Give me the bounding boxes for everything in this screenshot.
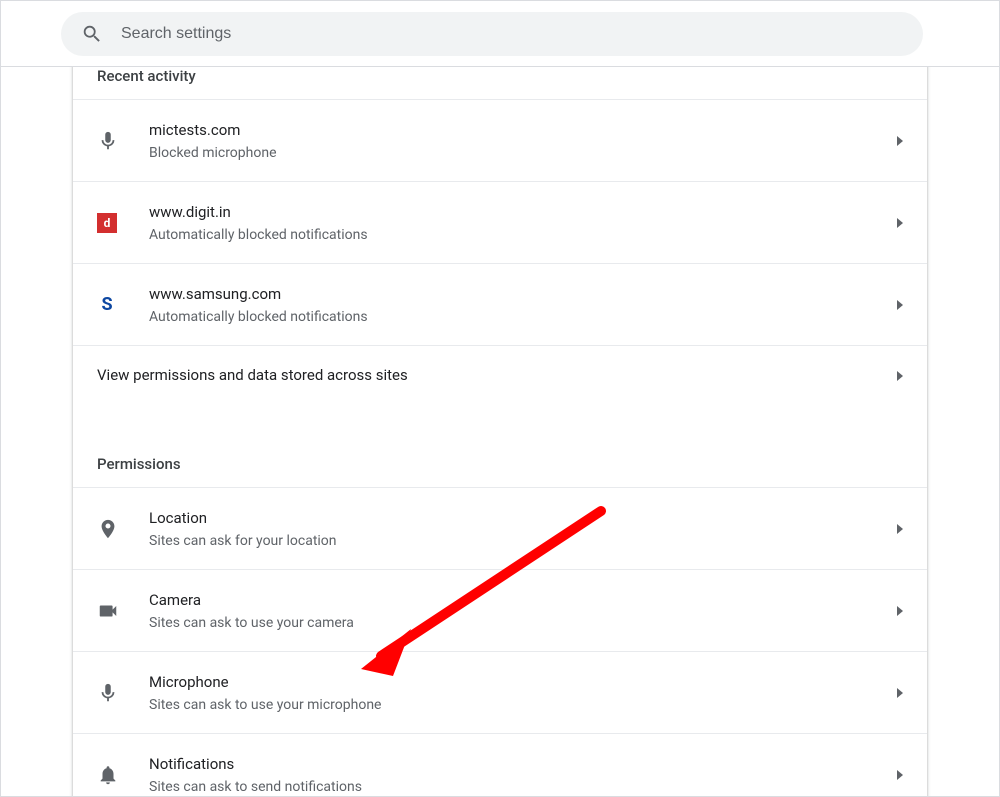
recent-item-digit[interactable]: d www.digit.in Automatically blocked not… [73, 181, 927, 263]
search-input[interactable] [121, 25, 903, 43]
permission-subtitle: Sites can ask for your location [149, 533, 897, 549]
site-subtitle: Automatically blocked notifications [149, 227, 897, 243]
mic-icon [97, 130, 119, 152]
permission-title: Microphone [149, 672, 897, 693]
site-favicon-d: d [97, 213, 117, 233]
recent-item-mictests[interactable]: mictests.com Blocked microphone [73, 99, 927, 181]
site-favicon-mic [97, 130, 149, 152]
settings-content: Recent activity mictests.com Blocked mic… [1, 67, 999, 796]
chevron-right-icon [897, 300, 903, 310]
recent-item-samsung[interactable]: S www.samsung.com Automatically blocked … [73, 263, 927, 345]
bell-icon [97, 764, 119, 786]
search-icon [81, 23, 103, 45]
microphone-icon [97, 682, 119, 704]
chevron-right-icon [897, 136, 903, 146]
permission-subtitle: Sites can ask to use your camera [149, 615, 897, 631]
permission-subtitle: Sites can ask to use your microphone [149, 697, 897, 713]
camera-icon [97, 600, 119, 622]
permission-title: Notifications [149, 754, 897, 775]
chevron-right-icon [897, 524, 903, 534]
chevron-right-icon [897, 218, 903, 228]
search-box[interactable] [61, 12, 923, 56]
view-all-label: View permissions and data stored across … [97, 365, 897, 386]
location-icon [97, 518, 119, 540]
site-subtitle: Automatically blocked notifications [149, 309, 897, 325]
settings-card: Recent activity mictests.com Blocked mic… [73, 67, 927, 796]
site-title: www.digit.in [149, 202, 897, 223]
chevron-right-icon [897, 606, 903, 616]
permission-microphone[interactable]: Microphone Sites can ask to use your mic… [73, 651, 927, 733]
permissions-heading: Permissions [73, 445, 927, 487]
permission-notifications[interactable]: Notifications Sites can ask to send noti… [73, 733, 927, 796]
permission-location[interactable]: Location Sites can ask for your location [73, 487, 927, 569]
site-title: www.samsung.com [149, 284, 897, 305]
recent-activity-heading: Recent activity [73, 67, 927, 99]
permission-camera[interactable]: Camera Sites can ask to use your camera [73, 569, 927, 651]
site-subtitle: Blocked microphone [149, 145, 897, 161]
view-all-permissions[interactable]: View permissions and data stored across … [73, 345, 927, 405]
search-header [1, 1, 999, 67]
chevron-right-icon [897, 688, 903, 698]
chevron-right-icon [897, 371, 903, 381]
site-favicon-s: S [97, 295, 117, 315]
permission-title: Camera [149, 590, 897, 611]
site-title: mictests.com [149, 120, 897, 141]
permission-subtitle: Sites can ask to send notifications [149, 779, 897, 795]
permission-title: Location [149, 508, 897, 529]
chevron-right-icon [897, 770, 903, 780]
